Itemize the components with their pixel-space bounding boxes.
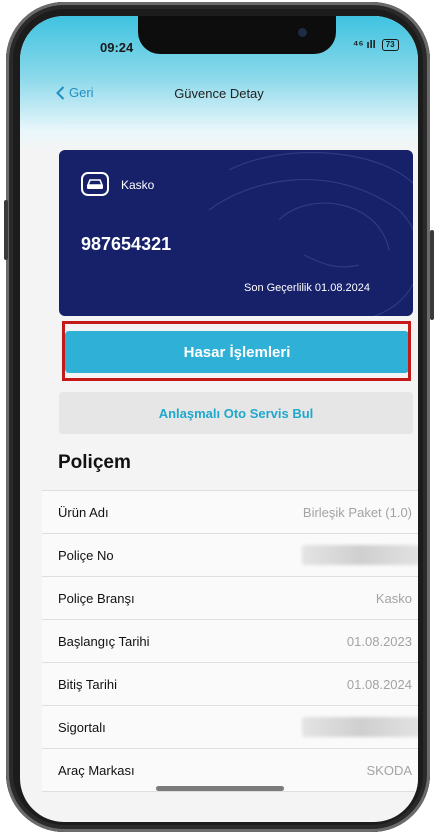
- row-value: 01.08.2023: [346, 633, 412, 649]
- policy-card: Kasko 987654321 Son Geçerlilik 01.08.202…: [59, 150, 413, 316]
- home-indicator[interactable]: [156, 786, 284, 791]
- detail-row-product: Ürün Adı Birleşik Paket (1.0): [42, 491, 418, 534]
- car-icon: [81, 172, 109, 196]
- policy-number: 987654321: [81, 234, 172, 254]
- detail-row-policy-no: Poliçe No: [42, 534, 418, 577]
- row-label: Ürün Adı: [58, 504, 109, 520]
- row-label: Araç Markası: [58, 762, 135, 778]
- detail-row-start-date: Başlangıç Tarihi 01.08.2023: [42, 620, 418, 663]
- row-label: Poliçe No: [58, 547, 114, 563]
- card-type-label: Kasko: [121, 178, 155, 192]
- row-value: 01.08.2024: [346, 676, 412, 692]
- expiry-date: Son Geçerlilik 01.08.2024: [244, 282, 370, 294]
- detail-row-branch: Poliçe Branşı Kasko: [42, 577, 418, 620]
- row-label: Sigortalı: [58, 719, 106, 735]
- row-label: Poliçe Branşı: [58, 590, 135, 606]
- app-screen: 09:24 ⁴⁶ ıll 73 Geri Güvence Detay Kasko…: [20, 16, 418, 822]
- front-camera: [298, 28, 307, 37]
- detail-row-insured: Sigortalı: [42, 706, 418, 749]
- row-label: Başlangıç Tarihi: [58, 633, 150, 649]
- section-title: Poliçem: [58, 452, 131, 473]
- page-title: Güvence Detay: [174, 86, 264, 101]
- phone-side-button: [430, 230, 434, 320]
- detail-row-end-date: Bitiş Tarihi 01.08.2024: [42, 663, 418, 706]
- nav-divider: [64, 122, 414, 123]
- redacted-value: [302, 545, 418, 565]
- row-value: SKODA: [366, 762, 412, 778]
- row-label: Bitiş Tarihi: [58, 676, 118, 692]
- device-notch: [138, 16, 336, 54]
- phone-side-button: [4, 200, 8, 260]
- row-value: Birleşik Paket (1.0): [302, 504, 412, 520]
- highlight-box: [62, 321, 411, 381]
- battery-icon: 73: [381, 39, 399, 51]
- row-value: Kasko: [375, 590, 412, 606]
- policy-details-list: Ürün Adı Birleşik Paket (1.0) Poliçe No …: [42, 490, 418, 792]
- find-service-button[interactable]: Anlaşmalı Oto Servis Bul: [59, 392, 413, 434]
- status-time: 09:24: [100, 40, 134, 55]
- status-indicators: ⁴⁶ ıll 73: [353, 39, 399, 51]
- signal-icon: ⁴⁶ ıll: [353, 39, 376, 51]
- redacted-value: [302, 717, 418, 737]
- navigation-bar: Geri Güvence Detay: [20, 82, 418, 112]
